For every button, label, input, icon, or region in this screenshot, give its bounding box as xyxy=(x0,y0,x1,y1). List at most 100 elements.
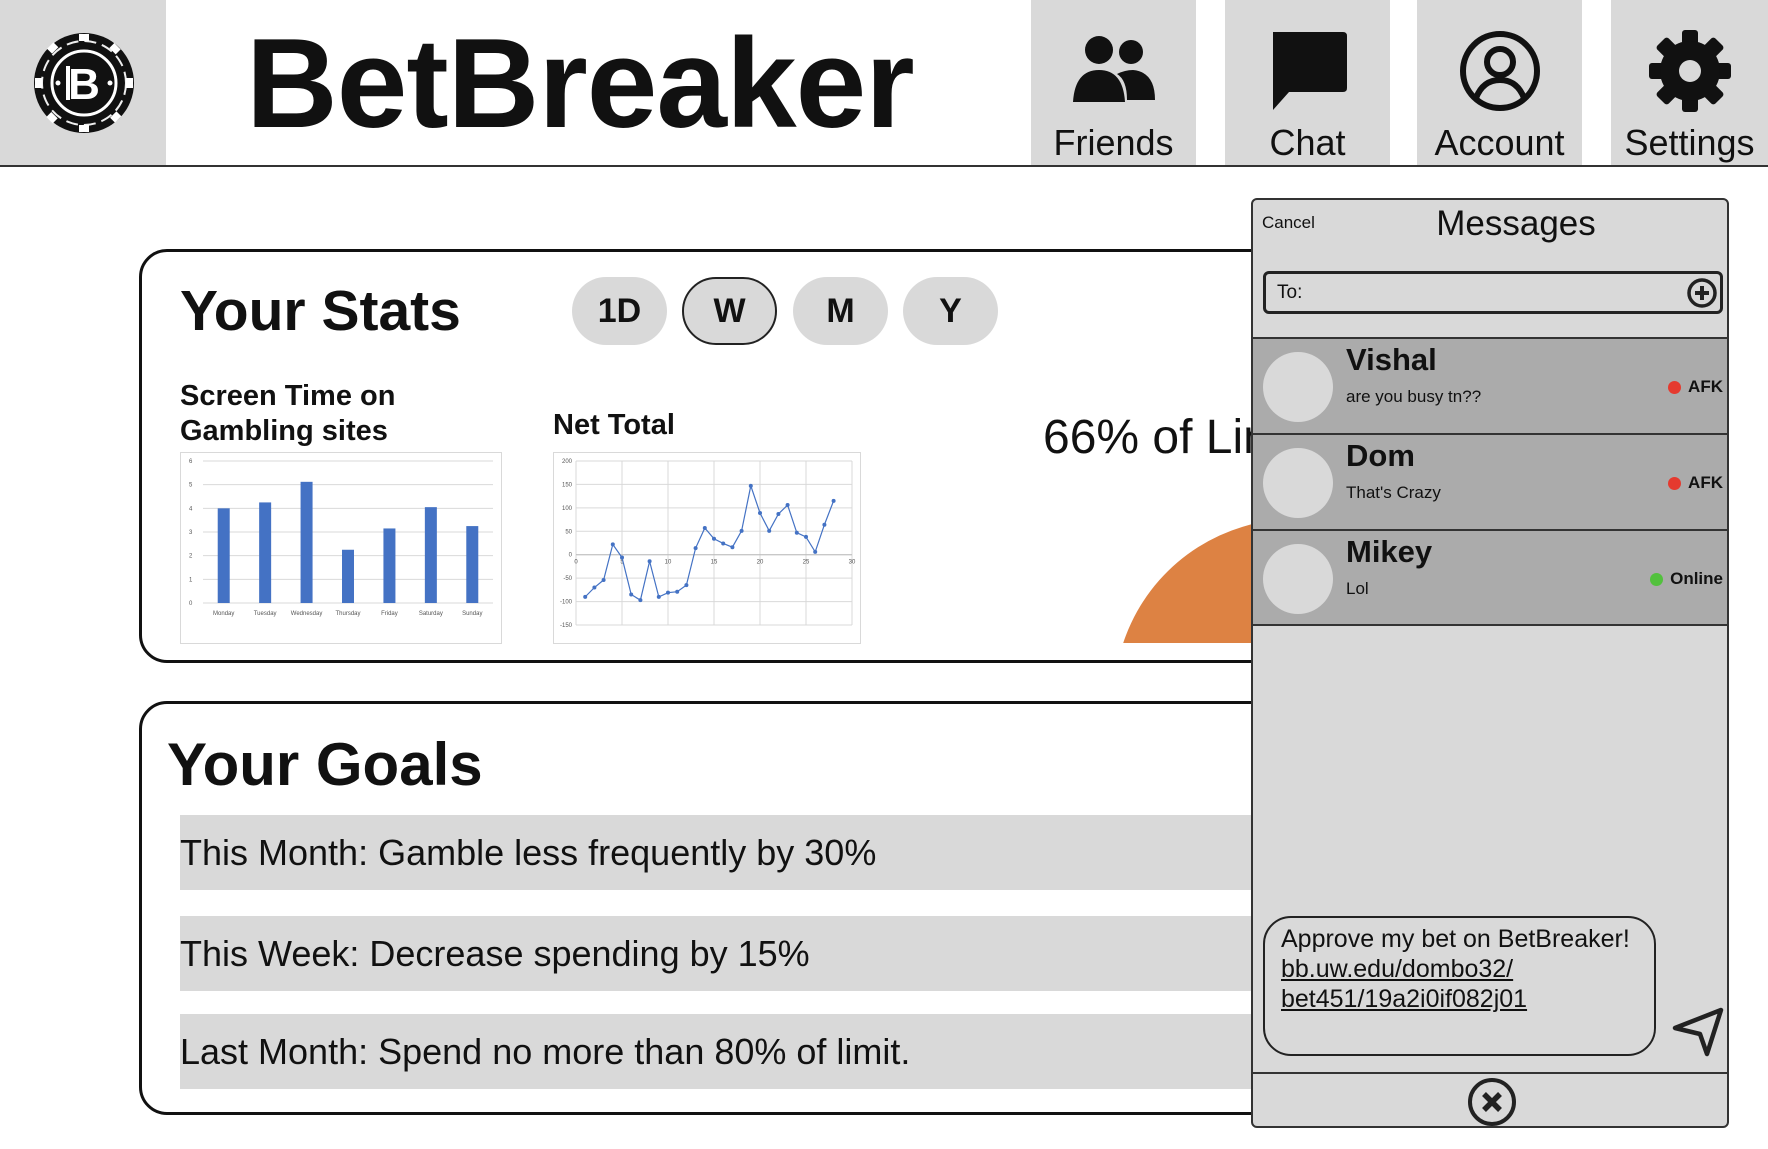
x-tick-label: Monday xyxy=(213,611,234,617)
contact-name: Dom xyxy=(1346,438,1415,473)
x-tick-label: Sunday xyxy=(462,611,482,617)
data-point xyxy=(794,530,799,535)
x-tick-label: Wednesday xyxy=(291,611,323,617)
x-tick-label: Thursday xyxy=(335,611,360,617)
status-badge: AFK xyxy=(1668,377,1723,397)
conversation-item[interactable]: Dom That's Crazy AFK xyxy=(1253,433,1727,529)
conversation-item[interactable]: Vishal are you busy tn?? AFK xyxy=(1253,337,1727,433)
status-text: AFK xyxy=(1688,377,1723,396)
bar xyxy=(259,502,272,603)
y-tick-label: 1 xyxy=(189,577,193,583)
data-point xyxy=(675,589,680,594)
data-point xyxy=(620,555,624,560)
y-tick-label: 6 xyxy=(189,459,193,465)
nav-label: Friends xyxy=(1053,122,1174,163)
data-point xyxy=(684,583,689,588)
svg-text:B: B xyxy=(68,60,100,109)
range-y-button[interactable]: Y xyxy=(903,277,998,345)
message-input[interactable]: Approve my bet on BetBreaker! bb.uw.edu/… xyxy=(1263,916,1656,1056)
to-field[interactable]: To: xyxy=(1263,271,1723,314)
bar xyxy=(300,481,313,603)
x-tick-label: 0 xyxy=(574,560,578,566)
net-total-title: Net Total xyxy=(553,409,675,441)
send-icon[interactable] xyxy=(1671,1006,1727,1058)
y-tick-label: 4 xyxy=(189,506,193,512)
draft-link[interactable]: bet451/19a2i0if082j01 xyxy=(1281,984,1638,1014)
close-icon[interactable] xyxy=(1467,1077,1517,1127)
nav-settings-button[interactable]: Settings xyxy=(1611,0,1768,165)
chat-icon xyxy=(1272,32,1347,110)
y-tick-label: 100 xyxy=(562,506,573,512)
x-tick-label: Saturday xyxy=(419,611,443,617)
bar xyxy=(466,526,479,603)
bar xyxy=(217,508,230,603)
nav-friends-button[interactable]: Friends xyxy=(1031,0,1196,165)
messages-title: Messages xyxy=(1436,204,1596,243)
goal-item[interactable]: Last Month: Spend no more than 80% of li… xyxy=(180,1014,1280,1089)
data-point xyxy=(785,503,790,508)
messages-panel: Cancel Messages To: Vishal are you busy … xyxy=(1251,198,1729,1128)
data-point xyxy=(831,498,836,503)
nav-account-button[interactable]: Account xyxy=(1417,0,1582,165)
y-tick-label: 0 xyxy=(569,553,573,559)
nav-label: Settings xyxy=(1624,122,1755,163)
goals-title: Your Goals xyxy=(167,731,483,798)
y-tick-label: 2 xyxy=(189,554,193,560)
range-m-button[interactable]: M xyxy=(793,277,888,345)
logo[interactable]: B xyxy=(0,0,166,165)
message-preview: Lol xyxy=(1346,579,1369,598)
draft-link[interactable]: bb.uw.edu/dombo32/ xyxy=(1281,954,1638,984)
data-point xyxy=(813,549,818,554)
data-point xyxy=(712,536,716,541)
y-tick-label: -100 xyxy=(560,600,573,606)
conversation-item[interactable]: Mikey Lol Online xyxy=(1253,529,1727,625)
x-tick-label: 15 xyxy=(711,560,718,566)
nav-chat-button[interactable]: Chat xyxy=(1225,0,1390,165)
goal-item[interactable]: This Week: Decrease spending by 15% xyxy=(180,916,1280,991)
screen-time-title: Screen Time on Gambling sites xyxy=(180,379,395,449)
x-tick-label: 10 xyxy=(665,560,672,566)
range-1d-button[interactable]: 1D xyxy=(572,277,667,345)
gear-icon xyxy=(1648,30,1731,112)
status-badge: AFK xyxy=(1668,473,1723,493)
screen-time-chart: 0 1 2 3 4 5 6 Monday Tuesday Wednesday Thursday Fri… xyxy=(180,452,502,644)
y-tick-label: 5 xyxy=(189,483,193,489)
goal-item[interactable]: This Month: Gamble less frequently by 30… xyxy=(180,815,1280,890)
data-point xyxy=(666,590,670,595)
data-point xyxy=(601,578,606,583)
bar-chart-svg: 0 1 2 3 4 5 6 Monday Tuesday Wednesday Thursday Fri… xyxy=(189,459,493,617)
range-w-button[interactable]: W xyxy=(682,277,777,345)
y-tick-label: 150 xyxy=(562,482,573,488)
x-tick-label: 20 xyxy=(757,560,764,566)
status-dot-icon xyxy=(1650,572,1664,586)
bar xyxy=(342,549,354,603)
screen-time-title-line: Gambling sites xyxy=(180,415,388,447)
y-tick-label: 50 xyxy=(565,529,572,535)
status-dot-icon xyxy=(1668,380,1682,394)
data-point xyxy=(804,534,808,539)
net-total-chart: -150 -100 -50 0 50 100 150 200 0 5 10 15 20 25 30 xyxy=(553,452,861,644)
data-point xyxy=(776,511,781,516)
y-tick-label: 0 xyxy=(189,601,193,607)
y-tick-label: 200 xyxy=(562,459,573,465)
data-point xyxy=(739,528,744,533)
data-point xyxy=(647,559,652,564)
data-point xyxy=(702,526,707,531)
divider xyxy=(1253,624,1727,626)
friends-icon xyxy=(1072,36,1155,102)
divider xyxy=(1253,1072,1727,1074)
data-point xyxy=(748,483,753,488)
account-icon xyxy=(1459,31,1540,111)
data-point xyxy=(730,545,735,550)
header: B BetBreaker Friends Chat Account Settin… xyxy=(0,0,1768,167)
screen-time-title-line: Screen Time on xyxy=(180,380,396,412)
status-badge: Online xyxy=(1650,569,1723,589)
draft-text: Approve my bet on BetBreaker! xyxy=(1281,925,1630,953)
add-recipient-icon[interactable] xyxy=(1687,278,1717,308)
y-tick-label: -50 xyxy=(563,576,572,582)
x-tick-label: 30 xyxy=(849,560,856,566)
message-preview: That's Crazy xyxy=(1346,483,1441,502)
bar xyxy=(424,507,437,603)
data-point xyxy=(656,594,661,599)
limit-pie-chart xyxy=(1121,517,1280,643)
